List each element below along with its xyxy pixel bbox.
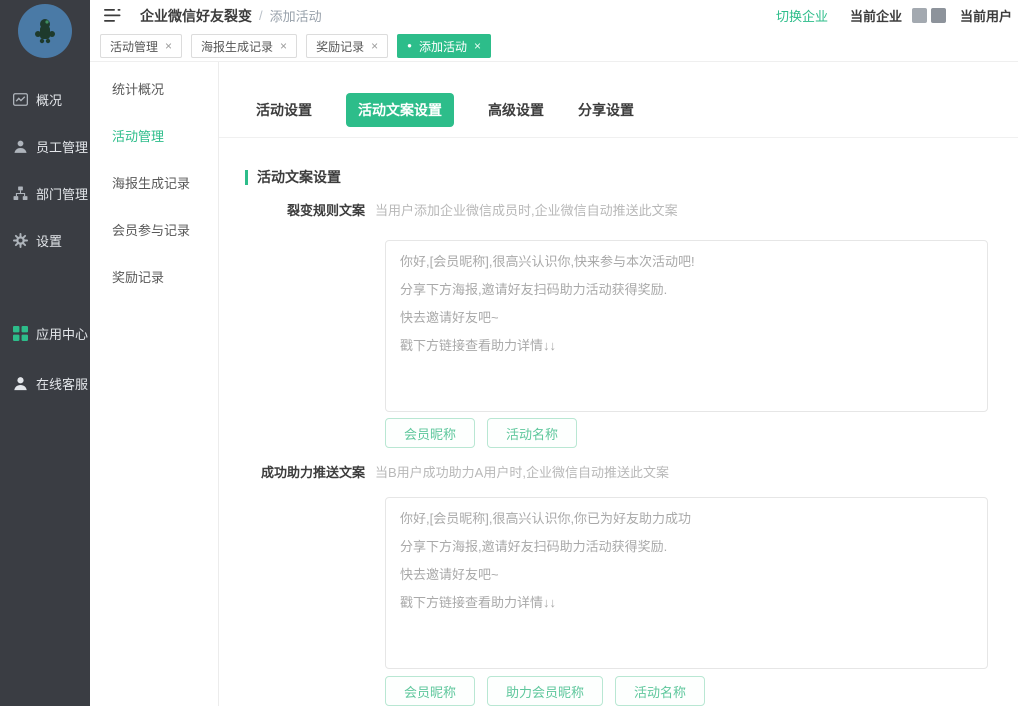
submenu-item-reward-records[interactable]: 奖励记录 xyxy=(90,253,218,300)
sidebar-item-label: 概况 xyxy=(36,90,62,109)
breadcrumb-current: 添加活动 xyxy=(270,6,322,25)
app-window: 概况 员工管理 部门管理 设置 xyxy=(0,0,1018,706)
tab-label: 活动管理 xyxy=(110,38,158,55)
gear-icon xyxy=(13,233,28,248)
current-company-label: 当前企业 xyxy=(850,6,902,25)
tab-poster-records[interactable]: 海报生成记录 × xyxy=(191,34,297,58)
open-tabs-bar: 活动管理 × 海报生成记录 × 奖励记录 × ● 添加活动 × xyxy=(90,31,1018,62)
sidebar-item-departments[interactable]: 部门管理 xyxy=(0,170,90,217)
sidebar-spacer xyxy=(0,264,90,308)
insert-variable-buttons: 会员昵称 活动名称 xyxy=(385,418,1018,448)
breadcrumb-root[interactable]: 企业微信好友裂变 xyxy=(140,6,252,26)
submenu-label: 奖励记录 xyxy=(112,267,164,286)
sidebar-item-label: 员工管理 xyxy=(36,137,88,156)
primary-nav: 概况 员工管理 部门管理 设置 xyxy=(0,62,90,408)
submenu-label: 统计概况 xyxy=(112,79,164,98)
tab-add-activity[interactable]: ● 添加活动 × xyxy=(397,34,491,58)
section-title: 活动文案设置 xyxy=(257,167,341,187)
member-nickname-button[interactable]: 会员昵称 xyxy=(385,418,475,448)
tab-reward-records[interactable]: 奖励记录 × xyxy=(306,34,388,58)
support-icon xyxy=(13,376,28,391)
submenu-label: 活动管理 xyxy=(112,126,164,145)
submenu-item-activity-management[interactable]: 活动管理 xyxy=(90,112,218,159)
activity-name-button[interactable]: 活动名称 xyxy=(487,418,577,448)
member-nickname-button[interactable]: 会员昵称 xyxy=(385,676,475,706)
sidebar-item-label: 设置 xyxy=(36,231,62,250)
field-label: 成功助力推送文案 xyxy=(219,462,365,481)
assist-success-copy-field-head: 成功助力推送文案 当B用户成功助力A用户时,企业微信自动推送此文案 xyxy=(219,462,1018,481)
sidebar-item-label: 应用中心 xyxy=(36,324,88,343)
sidebar-item-staff[interactable]: 员工管理 xyxy=(0,123,90,170)
org-icon xyxy=(13,186,28,201)
field-hint: 当B用户成功助力A用户时,企业微信自动推送此文案 xyxy=(375,462,669,481)
sidebar-item-online-support[interactable]: 在线客服 xyxy=(0,358,90,408)
topbar: 企业微信好友裂变 / 添加活动 切换企业 当前企业 当前用户 xyxy=(90,0,1018,31)
insert-variable-buttons: 会员昵称 助力会员昵称 活动名称 xyxy=(385,676,1018,706)
sidebar-item-label: 在线客服 xyxy=(36,374,88,393)
submenu-item-stats-overview[interactable]: 统计概况 xyxy=(90,65,218,112)
tab-advanced-settings[interactable]: 高级设置 xyxy=(488,94,544,126)
sidebar-item-settings[interactable]: 设置 xyxy=(0,217,90,264)
tab-activity-copy-settings[interactable]: 活动文案设置 xyxy=(346,93,454,127)
tab-activity-management[interactable]: 活动管理 × xyxy=(100,34,182,58)
breadcrumb-separator: / xyxy=(259,8,263,23)
primary-sidebar: 概况 员工管理 部门管理 设置 xyxy=(0,0,90,706)
tab-share-settings[interactable]: 分享设置 xyxy=(578,94,634,126)
tab-label: 奖励记录 xyxy=(316,38,364,55)
apps-grid-icon xyxy=(13,326,28,341)
submenu-label: 海报生成记录 xyxy=(112,173,190,192)
section-header: 活动文案设置 xyxy=(245,167,1018,187)
tab-activity-settings[interactable]: 活动设置 xyxy=(256,94,312,126)
dashboard-icon xyxy=(13,92,28,107)
sidebar-item-label: 部门管理 xyxy=(36,184,88,203)
tab-label: 海报生成记录 xyxy=(201,38,273,55)
company-name-redacted-block xyxy=(931,8,946,23)
activity-name-button[interactable]: 活动名称 xyxy=(615,676,705,706)
switch-company-link[interactable]: 切换企业 xyxy=(776,6,828,25)
section-accent-bar xyxy=(245,170,248,185)
sidebar-item-app-center[interactable]: 应用中心 xyxy=(0,308,90,358)
close-icon[interactable]: × xyxy=(371,39,378,53)
submenu-label: 会员参与记录 xyxy=(112,220,190,239)
secondary-sidebar: 统计概况 活动管理 海报生成记录 会员参与记录 奖励记录 xyxy=(90,62,219,706)
user-icon xyxy=(13,139,28,154)
active-dot-icon: ● xyxy=(407,42,412,50)
close-icon[interactable]: × xyxy=(474,39,481,53)
assist-member-nickname-button[interactable]: 助力会员昵称 xyxy=(487,676,603,706)
fission-rule-copy-textarea[interactable]: 你好,[会员昵称],很高兴认识你,快来参与本次活动吧! 分享下方海报,邀请好友扫… xyxy=(385,240,988,412)
field-hint: 当用户添加企业微信成员时,企业微信自动推送此文案 xyxy=(375,200,678,219)
fission-rule-copy-field-head: 裂变规则文案 当用户添加企业微信成员时,企业微信自动推送此文案 xyxy=(219,200,1018,219)
logo-glyph xyxy=(32,16,58,46)
collapse-menu-icon[interactable] xyxy=(104,8,122,24)
assist-success-copy-textarea[interactable]: 你好,[会员昵称],很高兴认识你,你已为好友助力成功 分享下方海报,邀请好友扫码… xyxy=(385,497,988,669)
logo-area xyxy=(0,0,90,62)
current-user-label: 当前用户 xyxy=(960,6,1012,25)
close-icon[interactable]: × xyxy=(280,39,287,53)
submenu-item-poster-records[interactable]: 海报生成记录 xyxy=(90,159,218,206)
settings-tabs: 活动设置 活动文案设置 高级设置 分享设置 xyxy=(219,62,1018,138)
topbar-right: 切换企业 当前企业 当前用户 xyxy=(776,6,1012,25)
submenu-item-member-participation[interactable]: 会员参与记录 xyxy=(90,206,218,253)
company-logo[interactable] xyxy=(18,4,72,58)
sidebar-item-overview[interactable]: 概况 xyxy=(0,76,90,123)
main-content: 活动设置 活动文案设置 高级设置 分享设置 活动文案设置 裂变规则文案 当用户添… xyxy=(219,62,1018,706)
tab-label: 添加活动 xyxy=(419,38,467,55)
company-name-redacted-block xyxy=(912,8,927,23)
field-label: 裂变规则文案 xyxy=(219,200,365,219)
close-icon[interactable]: × xyxy=(165,39,172,53)
